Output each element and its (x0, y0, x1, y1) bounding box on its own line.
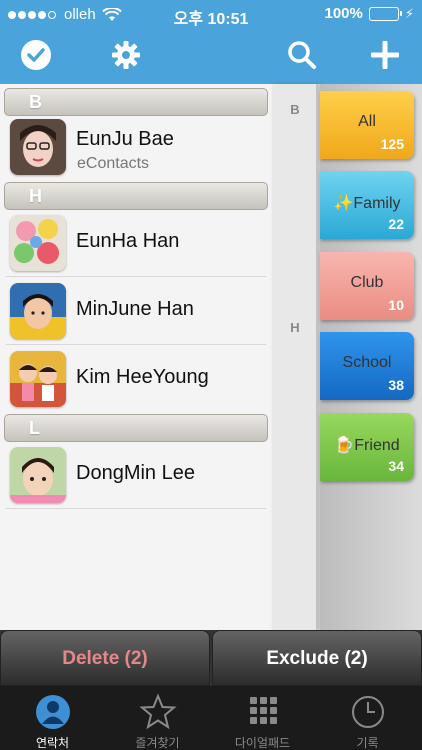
avatar (10, 447, 66, 503)
search-icon (288, 41, 316, 69)
contact-row[interactable]: MinJune Han (0, 278, 272, 346)
check-circle-icon (21, 40, 51, 70)
contact-name: EunJu Bae (76, 128, 174, 150)
section-header-h: H (4, 182, 268, 210)
avatar (10, 215, 66, 271)
gear-icon (112, 41, 140, 69)
charging-icon: ⚡ (404, 5, 414, 21)
index-letter[interactable]: H (272, 320, 318, 335)
group-name: ✨Family (333, 195, 401, 212)
contact-row[interactable]: EunJu Bae eContacts (0, 118, 272, 186)
star-icon (139, 693, 177, 730)
person-icon (36, 695, 70, 729)
tab-bar: 연락처 즐겨찾기 다이얼패드 기록 (0, 686, 422, 750)
avatar (10, 351, 66, 407)
battery: 100% ⚡ (324, 5, 414, 22)
tab-dialpad[interactable]: 다이얼패드 (210, 686, 315, 750)
group-count: 22 (388, 216, 404, 232)
group-tab-school[interactable]: School 38 (320, 332, 414, 400)
tab-history[interactable]: 기록 (315, 686, 420, 750)
row-divider (6, 344, 266, 345)
clock-icon (352, 696, 384, 728)
group-count: 34 (388, 458, 404, 474)
contact-name: EunHa Han (76, 230, 180, 252)
action-bar: Delete (2) Exclude (2) (0, 630, 422, 686)
contact-row[interactable]: DongMin Lee (0, 442, 272, 510)
index-strip[interactable]: B H (272, 84, 318, 630)
group-count: 38 (388, 377, 404, 393)
select-button[interactable] (17, 36, 55, 74)
tab-favorites[interactable]: 즐겨찾기 (105, 686, 210, 750)
plus-icon (371, 41, 399, 69)
row-divider (6, 508, 266, 509)
battery-icon (368, 6, 402, 21)
battery-percent: 100% (324, 5, 363, 22)
avatar (10, 283, 66, 339)
group-tab-friend[interactable]: 🍺Friend 34 (320, 413, 414, 481)
group-name: 🍺Friend (334, 437, 400, 454)
contact-name: DongMin Lee (76, 462, 195, 484)
group-name: Club (350, 274, 384, 291)
settings-button[interactable] (107, 36, 145, 74)
contact-row[interactable]: EunHa Han (0, 210, 272, 278)
contact-row[interactable]: Kim HeeYoung (0, 346, 272, 414)
delete-button[interactable]: Delete (2) (0, 630, 210, 686)
group-count: 10 (388, 297, 404, 313)
index-letter[interactable]: B (272, 102, 318, 117)
tab-label: 다이얼패드 (234, 736, 291, 750)
status-bar: olleh 오후 10:51 100% ⚡ (0, 0, 422, 30)
avatar (10, 119, 66, 175)
search-button[interactable] (283, 36, 321, 74)
group-tab-club[interactable]: Club 10 (320, 252, 414, 320)
contact-name: Kim HeeYoung (76, 366, 209, 388)
group-name: School (342, 354, 392, 371)
group-tabs: All 125 ✨Family 22 Club 10 School 38 🍺Fr… (320, 84, 422, 630)
group-count: 125 (380, 136, 404, 152)
section-header-b: B (4, 88, 268, 116)
contact-name: MinJune Han (76, 298, 194, 320)
contact-list[interactable]: B EunJu Bae eContacts H EunHa Han MinJun… (0, 84, 272, 630)
contact-source: eContacts (77, 155, 150, 172)
tab-label: 기록 (356, 736, 379, 750)
group-tab-all[interactable]: All 125 (320, 91, 414, 159)
add-contact-button[interactable] (366, 36, 404, 74)
tab-label: 연락처 (35, 736, 70, 750)
tab-contacts[interactable]: 연락처 (0, 686, 105, 750)
group-tab-family[interactable]: ✨Family 22 (320, 171, 414, 239)
dialpad-icon (250, 697, 277, 724)
section-header-l: L (4, 414, 268, 442)
tab-label: 즐겨찾기 (135, 736, 180, 750)
row-divider (6, 276, 266, 277)
top-bar: olleh 오후 10:51 100% ⚡ (0, 0, 422, 84)
group-name: All (358, 113, 376, 130)
exclude-button[interactable]: Exclude (2) (212, 630, 422, 686)
